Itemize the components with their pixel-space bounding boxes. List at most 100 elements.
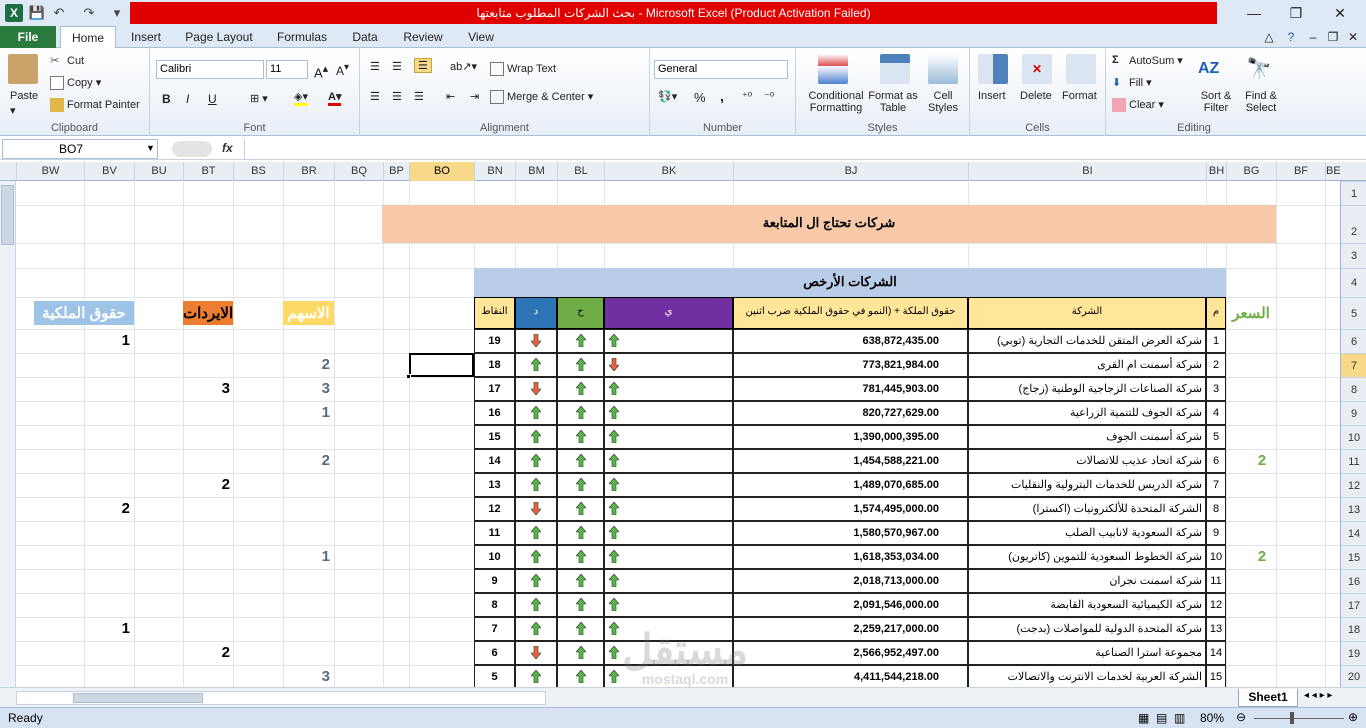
fill-handle[interactable] — [406, 374, 411, 379]
tab-review[interactable]: Review — [396, 26, 450, 48]
row-header-2[interactable]: 2 — [1341, 205, 1366, 243]
column-header-bq[interactable]: BQ — [334, 162, 383, 181]
paste-dropdown-icon[interactable]: ▾ — [10, 104, 16, 117]
increase-indent-icon[interactable]: ⇥ — [470, 90, 479, 103]
column-header-bt[interactable]: BT — [183, 162, 233, 181]
save-icon[interactable]: 💾 — [28, 4, 46, 22]
delete-cells-button[interactable]: Delete — [1020, 90, 1052, 102]
column-header-br[interactable]: BR — [283, 162, 334, 181]
column-header-bf[interactable]: BF — [1276, 162, 1325, 181]
format-painter-button[interactable]: Format Painter — [50, 98, 140, 112]
column-header-bs[interactable]: BS — [233, 162, 283, 181]
row-header-10[interactable]: 10 — [1341, 425, 1366, 449]
sheet-tab-sheet1[interactable]: Sheet1 — [1238, 689, 1298, 707]
doc-close-icon[interactable]: ✕ — [1344, 26, 1362, 48]
column-header-bh[interactable]: BH — [1206, 162, 1226, 181]
column-header-bi[interactable]: BI — [968, 162, 1206, 181]
column-header-bp[interactable]: BP — [383, 162, 409, 181]
doc-minimize-icon[interactable]: – — [1304, 26, 1322, 48]
conditional-formatting-button[interactable]: Conditional Formatting — [800, 90, 872, 114]
align-top-icon[interactable]: ☰ — [370, 60, 380, 73]
tab-file[interactable]: File — [0, 26, 56, 48]
sort-filter-button[interactable]: Sort & Filter — [1196, 90, 1236, 114]
percent-button[interactable]: % — [694, 90, 706, 105]
horizontal-scrollbar[interactable] — [16, 691, 546, 705]
row-header-5[interactable]: 5 — [1341, 297, 1366, 329]
insert-function-icon[interactable]: fx — [222, 141, 233, 155]
clear-button[interactable]: Clear ▾ — [1112, 98, 1164, 113]
row-header-12[interactable]: 12 — [1341, 473, 1366, 497]
row-header-19[interactable]: 19 — [1341, 641, 1366, 665]
bold-button[interactable]: B — [162, 92, 171, 106]
italic-button[interactable]: I — [186, 92, 189, 106]
column-header-bm[interactable]: BM — [515, 162, 557, 181]
excel-logo-icon[interactable]: X — [5, 4, 23, 22]
row-header-16[interactable]: 16 — [1341, 569, 1366, 593]
increase-decimal-icon[interactable]: ⁺⁰ — [742, 90, 752, 103]
font-name-combo[interactable]: Calibri — [156, 60, 264, 79]
orientation-icon[interactable]: ab↗▾ — [450, 60, 477, 73]
align-bottom-icon[interactable]: ☰ — [414, 58, 432, 73]
tab-page-layout[interactable]: Page Layout — [180, 26, 258, 48]
copy-button[interactable]: Copy ▾ — [50, 76, 101, 91]
worksheet-grid[interactable]: شركات تحتاج ال المتابعة الشركات الأرخص م ال… — [16, 181, 1340, 687]
tab-view[interactable]: View — [460, 26, 502, 48]
decrease-indent-icon[interactable]: ⇤ — [446, 90, 455, 103]
zoom-level[interactable]: 80% — [1200, 711, 1224, 725]
wrap-text-button[interactable]: Wrap Text — [490, 62, 556, 76]
row-header-20[interactable]: 20 — [1341, 665, 1366, 687]
page-break-view-icon[interactable]: ▥ — [1174, 711, 1185, 725]
column-header-bj[interactable]: BJ — [733, 162, 968, 181]
column-header-bg[interactable]: BG — [1226, 162, 1276, 181]
tab-insert[interactable]: Insert — [124, 26, 168, 48]
cut-button[interactable]: ✂ Cut — [50, 54, 84, 68]
normal-view-icon[interactable]: ▦ — [1138, 711, 1149, 725]
underline-button[interactable]: U — [208, 92, 217, 106]
grow-font-icon[interactable]: A▴ — [314, 62, 328, 80]
cell-styles-button[interactable]: Cell Styles — [922, 90, 964, 114]
fill-color-icon[interactable]: ◈▾ — [294, 90, 308, 106]
row-header-15[interactable]: 15 — [1341, 545, 1366, 569]
column-header-bw[interactable]: BW — [16, 162, 84, 181]
minimize-icon[interactable]: — — [1234, 2, 1274, 24]
row-header-7[interactable]: 7 — [1341, 353, 1366, 377]
undo-icon[interactable]: ↶ — [50, 4, 68, 22]
tab-formulas[interactable]: Formulas — [270, 26, 334, 48]
row-header-1[interactable]: 1 — [1341, 181, 1366, 205]
page-layout-view-icon[interactable]: ▤ — [1156, 711, 1167, 725]
align-right-icon[interactable]: ☰ — [414, 90, 424, 103]
align-middle-icon[interactable]: ☰ — [392, 60, 402, 73]
format-as-table-button[interactable]: Format as Table — [868, 90, 918, 114]
font-size-combo[interactable]: 11 — [266, 60, 308, 79]
column-header-bk[interactable]: BK — [604, 162, 733, 181]
row-header-14[interactable]: 14 — [1341, 521, 1366, 545]
row-header-4[interactable]: 4 — [1341, 268, 1366, 297]
paste-button[interactable]: Paste — [10, 90, 38, 102]
customize-qat-icon[interactable]: ▾ — [108, 4, 126, 22]
align-center-icon[interactable]: ☰ — [392, 90, 402, 103]
row-header-6[interactable]: 6 — [1341, 329, 1366, 353]
doc-restore-icon[interactable]: ❐ — [1324, 26, 1342, 48]
formula-bar-handle[interactable] — [172, 141, 212, 157]
borders-icon[interactable]: ⊞ ▾ — [250, 92, 268, 105]
minimize-ribbon-icon[interactable]: △ — [1260, 26, 1278, 48]
comma-button[interactable]: , — [720, 88, 724, 104]
shrink-font-icon[interactable]: A▾ — [336, 62, 349, 78]
vertical-scroll-thumb[interactable] — [1, 185, 14, 245]
formula-input[interactable] — [244, 139, 1364, 159]
selected-cell[interactable] — [409, 353, 474, 377]
paste-icon[interactable] — [8, 54, 38, 84]
row-header-17[interactable]: 17 — [1341, 593, 1366, 617]
column-header-bu[interactable]: BU — [134, 162, 183, 181]
row-header-9[interactable]: 9 — [1341, 401, 1366, 425]
vertical-scrollbar[interactable] — [0, 181, 16, 687]
column-header-bo[interactable]: BO — [409, 162, 474, 181]
row-header-8[interactable]: 8 — [1341, 377, 1366, 401]
tab-home[interactable]: Home — [60, 26, 116, 49]
horizontal-scroll-thumb[interactable] — [73, 693, 203, 703]
column-header-bn[interactable]: BN — [474, 162, 515, 181]
currency-icon[interactable]: 💱▾ — [658, 90, 677, 103]
row-header-3[interactable]: 3 — [1341, 243, 1366, 268]
zoom-slider-thumb[interactable] — [1290, 712, 1294, 724]
redo-icon[interactable]: ↷ — [80, 4, 98, 22]
